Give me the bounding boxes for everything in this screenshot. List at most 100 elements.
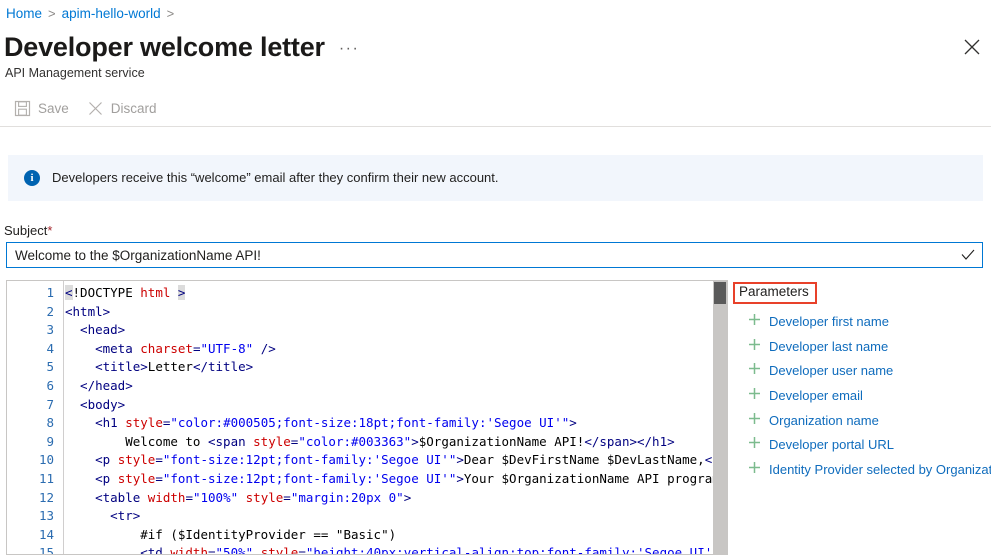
editor-line-number: 12 [38, 489, 54, 505]
html-code-editor[interactable]: 1 2 3 4 5 6 7 8 9 10 11 12 13 14 15 <!DOCTYPE html > <h… [6, 280, 728, 555]
editor-line-number: 13 [38, 508, 54, 524]
parameter-item-4[interactable]: Organization name [737, 408, 991, 433]
editor-code-line[interactable]: <title>Letter</title> [65, 358, 727, 377]
info-banner: i Developers receive this “welcome” emai… [8, 155, 983, 201]
parameter-item-6[interactable]: Identity Provider selected by Organizati… [737, 458, 991, 483]
plus-icon [748, 436, 761, 454]
breadcrumb-separator-icon: > [48, 6, 56, 21]
editor-code-line[interactable]: <head> [65, 321, 727, 340]
editor-line-number: 10 [38, 452, 54, 468]
parameter-item-1[interactable]: Developer last name [737, 335, 991, 360]
parameter-item-3[interactable]: Developer email [737, 384, 991, 409]
editor-code-line[interactable]: <p style="font-size:12pt;font-family:'Se… [65, 451, 727, 470]
code-token-txt: !DOCTYPE [72, 285, 141, 300]
editor-line-number: 1 [46, 285, 54, 300]
editor-code-line[interactable]: <tr> [65, 507, 727, 526]
editor-line-number: 3 [46, 322, 54, 338]
code-token-attr: html [140, 285, 171, 300]
subject-label: Subject* [4, 223, 52, 238]
code-token-tag: <p [65, 470, 118, 486]
code-token-tag: > [411, 433, 419, 449]
code-token-tag: = [155, 452, 163, 468]
code-token-tag: <td [65, 545, 171, 554]
code-token-attr: style [253, 433, 291, 449]
code-token-val: "font-size:12pt;font-family:'Segoe UI'" [162, 452, 457, 468]
editor-code-line[interactable]: #if ($IdentityProvider == "Basic") [65, 526, 727, 545]
editor-code-line[interactable]: </head> [65, 377, 727, 396]
parameter-item-0[interactable]: Developer first name [737, 310, 991, 335]
info-banner-text: Developers receive this “welcome” email … [52, 170, 499, 185]
code-token-attr: style [260, 545, 299, 554]
code-token-tag: <html> [65, 303, 111, 319]
code-token-tag: </head> [65, 377, 133, 393]
info-icon: i [24, 170, 40, 186]
code-token-tag [253, 545, 261, 554]
plus-icon [748, 461, 761, 479]
subject-input[interactable] [7, 243, 954, 267]
code-token-txt: Dear $DevFirstName $DevLastName, [463, 452, 705, 468]
discard-button[interactable]: Discard [83, 96, 167, 121]
breadcrumb-item-home[interactable]: Home [6, 5, 42, 23]
code-token-val: "color:#000505;font-size:18pt;font-famil… [170, 415, 570, 431]
save-button-label: Save [38, 100, 69, 116]
editor-code-line[interactable]: <p style="font-size:12pt;font-family:'Se… [65, 470, 727, 489]
code-token-tag: <title> [65, 359, 148, 375]
editor-line-number: 4 [46, 340, 54, 356]
code-token-attr: style [117, 452, 156, 468]
code-token-val: "height:40px;vertical-align:top;font-fam… [305, 545, 727, 554]
editor-line-number-gutter: 1 2 3 4 5 6 7 8 9 10 11 12 13 14 15 [7, 281, 64, 554]
code-token-tag: > [456, 452, 464, 468]
editor-code-line[interactable]: <td width="50%" style="height:40px;verti… [65, 544, 727, 554]
editor-code-line[interactable]: <meta charset="UTF-8" /> [65, 340, 727, 359]
editor-code-line[interactable]: <html> [65, 303, 727, 322]
editor-line-number: 5 [46, 359, 54, 375]
parameter-label: Organization name [769, 412, 879, 428]
editor-line-number: 9 [46, 433, 54, 449]
editor-line-number: 15 [38, 545, 54, 555]
parameter-label: Developer first name [769, 314, 889, 330]
page-title-row: Developer welcome letter ··· [4, 30, 359, 64]
editor-code-area[interactable]: <!DOCTYPE html > <html> <head> <meta char… [65, 281, 727, 554]
editor-code-line[interactable]: <table width="100%" style="margin:20px 0… [65, 489, 727, 508]
code-token-txt: Welcome to [65, 433, 208, 449]
subject-label-text: Subject [4, 223, 48, 238]
editor-code-line[interactable]: <body> [65, 396, 727, 415]
code-token-val: "100%" [192, 489, 239, 505]
code-token-txt: $OrganizationName API! [418, 433, 585, 449]
code-token-attr: width [147, 489, 186, 505]
code-token-txt: Letter [147, 359, 193, 375]
plus-icon [748, 387, 761, 405]
code-token-tag: <table [65, 489, 148, 505]
more-options-button[interactable]: ··· [339, 40, 359, 58]
code-token-attr: width [170, 545, 208, 554]
close-icon [964, 39, 980, 55]
editor-code-line[interactable]: <h1 style="color:#000505;font-size:18pt;… [65, 414, 727, 433]
code-token-tag [238, 490, 246, 505]
code-token-tag: = [298, 545, 306, 554]
editor-code-line[interactable]: <!DOCTYPE html > [65, 284, 727, 303]
page-title: Developer welcome letter [4, 32, 325, 62]
breadcrumb-item-apim-hello-world[interactable]: apim-hello-world [62, 5, 161, 23]
editor-line-number: 11 [38, 470, 54, 486]
parameter-item-2[interactable]: Developer user name [737, 359, 991, 384]
editor-code-line[interactable]: Welcome to <span style="color:#003363">$… [65, 433, 727, 452]
save-button[interactable]: Save [10, 96, 79, 121]
editor-scrollbar-thumb[interactable] [714, 282, 726, 304]
parameter-label: Developer email [769, 388, 863, 404]
code-token-tag: > [456, 470, 464, 486]
subject-field[interactable] [6, 242, 983, 268]
editor-line-number: 6 [46, 377, 54, 393]
discard-button-label: Discard [110, 100, 157, 116]
editor-vertical-scrollbar[interactable] [713, 281, 727, 554]
code-token-attr: style [245, 489, 284, 505]
parameter-item-5[interactable]: Developer portal URL [737, 433, 991, 458]
code-token-brk: > [177, 285, 186, 300]
code-token-attr: style [125, 415, 163, 431]
code-token-attr: charset [140, 340, 193, 356]
parameters-title: Parameters [739, 284, 809, 299]
code-token-tag: > [403, 489, 412, 505]
code-token-val: "font-size:12pt;font-family:'Segoe UI'" [162, 470, 457, 486]
plus-icon [748, 338, 761, 356]
close-button[interactable] [961, 36, 983, 58]
